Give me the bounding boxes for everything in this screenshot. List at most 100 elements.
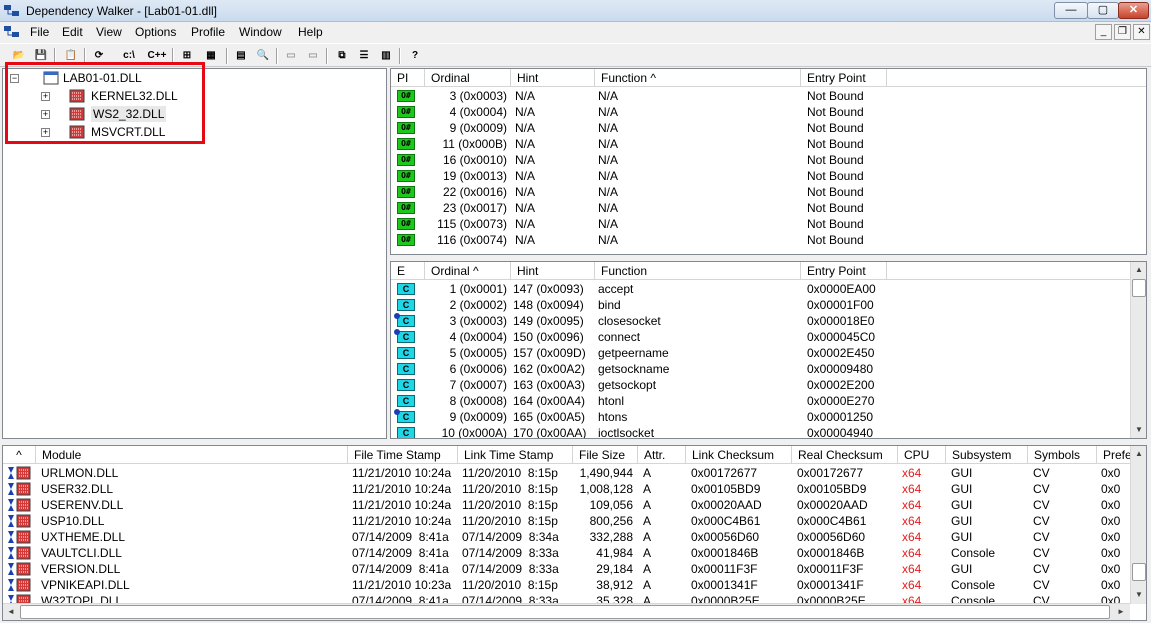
menu-window[interactable]: Window (239, 25, 282, 39)
mdi-restore-button[interactable]: ❐ (1114, 24, 1131, 40)
close-button[interactable]: ✕ (1118, 2, 1149, 19)
file-time-stamp-cell: 11/21/2010 10:24a (352, 498, 452, 512)
table-row[interactable]: URLMON.DLL 11/21/2010 10:24a 11/20/2010 8:… (3, 465, 1131, 481)
scroll-up-icon[interactable]: ▲ (1131, 446, 1146, 462)
column-header-hint[interactable]: Hint (511, 69, 595, 87)
scroll-thumb[interactable] (1132, 563, 1146, 581)
column-header-entry-point[interactable]: Entry Point (801, 262, 887, 280)
column-header-file-time-stamp[interactable]: File Time Stamp (348, 446, 458, 464)
module-icon (8, 482, 31, 496)
column-header-module[interactable]: Module (36, 446, 348, 464)
modules-horizontal-scrollbar[interactable]: ◄ ► (3, 603, 1130, 620)
table-row[interactable]: VPNIKEAPI.DLL 11/21/2010 10:23a 11/20/2010… (3, 577, 1131, 593)
scroll-thumb[interactable] (1132, 279, 1146, 297)
column-header-entry-point[interactable]: Entry Point (801, 69, 887, 87)
maximize-button[interactable]: ▢ (1087, 2, 1119, 19)
export-icon-label: C (402, 428, 410, 438)
highlight-match-2-icon[interactable]: ▭ (304, 47, 322, 65)
column-header-function[interactable]: Function ^ (595, 69, 801, 87)
table-row[interactable]: VERSION.DLL 07/14/2009 8:41a 07/14/2009 8:… (3, 561, 1131, 577)
table-row[interactable]: O# 4 (0x0004) N/A N/A Not Bound (391, 104, 1146, 120)
column-header-hint[interactable]: Hint (511, 262, 595, 280)
modules-pane[interactable]: ^ Module File Time Stamp Link Time Stamp… (2, 445, 1147, 621)
column-header-subsystem[interactable]: Subsystem (946, 446, 1028, 464)
help-icon[interactable]: ? (406, 47, 424, 65)
file-size-cell: 109,056 (589, 498, 633, 512)
scroll-right-icon[interactable]: ► (1113, 604, 1129, 620)
table-row[interactable]: O# 22 (0x0016) N/A N/A Not Bound (391, 184, 1146, 200)
table-row[interactable]: C 4 (0x0004) 150 (0x0096) connect 0x000045C0 (391, 329, 1129, 345)
table-row[interactable]: C 3 (0x0003) 149 (0x0095) closesocket 0x0000… (391, 313, 1129, 329)
menu-edit[interactable]: Edit (62, 25, 83, 39)
cpu-cell: x64 (902, 498, 922, 512)
column-header-preferred-base[interactable]: Prefe (1097, 446, 1131, 464)
table-row[interactable]: C 8 (0x0008) 164 (0x00A4) htonl 0x0000E270 (391, 393, 1129, 409)
table-row[interactable]: USERENV.DLL 11/21/2010 10:24a 11/20/2010 8… (3, 497, 1131, 513)
table-row[interactable]: O# 3 (0x0003) N/A N/A Not Bound (391, 88, 1146, 104)
column-header-ordinal[interactable]: Ordinal (425, 69, 511, 87)
imports-pane[interactable]: PI Ordinal Hint Function ^ Entry Point O… (390, 68, 1147, 255)
column-header-link-time-stamp[interactable]: Link Time Stamp (458, 446, 573, 464)
table-row[interactable]: O# 23 (0x0017) N/A N/A Not Bound (391, 200, 1146, 216)
exports-pane[interactable]: E Ordinal ^ Hint Function Entry Point C 1… (390, 261, 1147, 439)
menu-options[interactable]: Options (135, 25, 176, 39)
file-size-cell: 1,008,128 (579, 482, 633, 496)
mdi-minimize-button[interactable]: _ (1095, 24, 1112, 40)
function-cell: closesocket (598, 314, 661, 328)
column-header-sort[interactable]: ^ (3, 446, 36, 464)
table-row[interactable]: O# 11 (0x000B) N/A N/A Not Bound (391, 136, 1146, 152)
menu-help[interactable]: Help (298, 25, 323, 39)
table-row[interactable]: C 5 (0x0005) 157 (0x009D) getpeername 0x0002… (391, 345, 1129, 361)
tile-cascade-icon[interactable]: ⧉ (333, 47, 351, 65)
table-row[interactable]: C 10 (0x000A) 170 (0x00AA) ioctlsocket 0x000… (391, 425, 1129, 438)
table-row[interactable]: O# 16 (0x0010) N/A N/A Not Bound (391, 152, 1146, 168)
ordinal-cell: 2 (0x0002) (449, 298, 507, 312)
table-row[interactable]: C 2 (0x0002) 148 (0x0094) bind 0x00001F00 (391, 297, 1129, 313)
minimize-button[interactable]: — (1054, 2, 1088, 19)
column-header-pi[interactable]: PI (391, 69, 425, 87)
mdi-close-button[interactable]: ✕ (1133, 24, 1150, 40)
column-header-cpu[interactable]: CPU (898, 446, 946, 464)
function-cell: N/A (598, 217, 619, 231)
properties-icon[interactable]: ▤ (232, 47, 250, 65)
column-header-attr[interactable]: Attr. (638, 446, 686, 464)
table-row[interactable]: USER32.DLL 11/21/2010 10:24a 11/20/2010 8:… (3, 481, 1131, 497)
scroll-left-icon[interactable]: ◄ (3, 604, 19, 620)
hint-cell: N/A (515, 153, 536, 167)
menu-profile[interactable]: Profile (191, 25, 225, 39)
table-row[interactable]: O# 19 (0x0013) N/A N/A Not Bound (391, 168, 1146, 184)
table-row[interactable]: C 7 (0x0007) 163 (0x00A3) getsockopt 0x0002E… (391, 377, 1129, 393)
tile-vertical-icon[interactable]: ▥ (377, 47, 395, 65)
exports-vertical-scrollbar[interactable]: ▲ ▼ (1130, 262, 1146, 438)
table-row[interactable]: VAULTCLI.DLL 07/14/2009 8:41a 07/14/2009 8… (3, 545, 1131, 561)
modules-vertical-scrollbar[interactable]: ▲ ▼ (1130, 446, 1146, 604)
table-row[interactable]: C 1 (0x0001) 147 (0x0093) accept 0x0000EA00 (391, 281, 1129, 297)
scroll-down-icon[interactable]: ▼ (1131, 422, 1146, 438)
table-row[interactable]: O# 115 (0x0073) N/A N/A Not Bound (391, 216, 1146, 232)
table-row[interactable]: USP10.DLL 11/21/2010 10:24a 11/20/2010 8:1… (3, 513, 1131, 529)
table-row[interactable]: UXTHEME.DLL 07/14/2009 8:41a 07/14/2009 8:… (3, 529, 1131, 545)
entry-point-cell: Not Bound (807, 169, 864, 183)
table-row[interactable]: O# 9 (0x0009) N/A N/A Not Bound (391, 120, 1146, 136)
find-icon[interactable]: 🔍 (254, 47, 272, 65)
column-header-symbols[interactable]: Symbols (1028, 446, 1097, 464)
menu-view[interactable]: View (96, 25, 122, 39)
cpu-cell: x64 (902, 546, 922, 560)
table-row[interactable]: C 6 (0x0006) 162 (0x00A2) getsockname 0x0000… (391, 361, 1129, 377)
column-header-function[interactable]: Function (595, 262, 801, 280)
highlight-match-icon[interactable]: ▭ (282, 47, 300, 65)
menu-file[interactable]: File (30, 25, 49, 39)
document-icon[interactable] (4, 25, 20, 39)
scroll-thumb[interactable] (20, 605, 1110, 619)
column-header-real-checksum[interactable]: Real Checksum (792, 446, 898, 464)
table-row[interactable]: C 9 (0x0009) 165 (0x00A5) htons 0x00001250 (391, 409, 1129, 425)
column-header-file-size[interactable]: File Size (573, 446, 638, 464)
scroll-up-icon[interactable]: ▲ (1131, 262, 1146, 278)
hint-cell: 162 (0x00A2) (513, 362, 586, 376)
column-header-ordinal[interactable]: Ordinal ^ (425, 262, 511, 280)
scroll-down-icon[interactable]: ▼ (1131, 587, 1146, 603)
column-header-link-checksum[interactable]: Link Checksum (686, 446, 792, 464)
column-header-e[interactable]: E (391, 262, 425, 280)
table-row[interactable]: O# 116 (0x0074) N/A N/A Not Bound (391, 232, 1146, 248)
tile-horizontal-icon[interactable]: ☰ (355, 47, 373, 65)
